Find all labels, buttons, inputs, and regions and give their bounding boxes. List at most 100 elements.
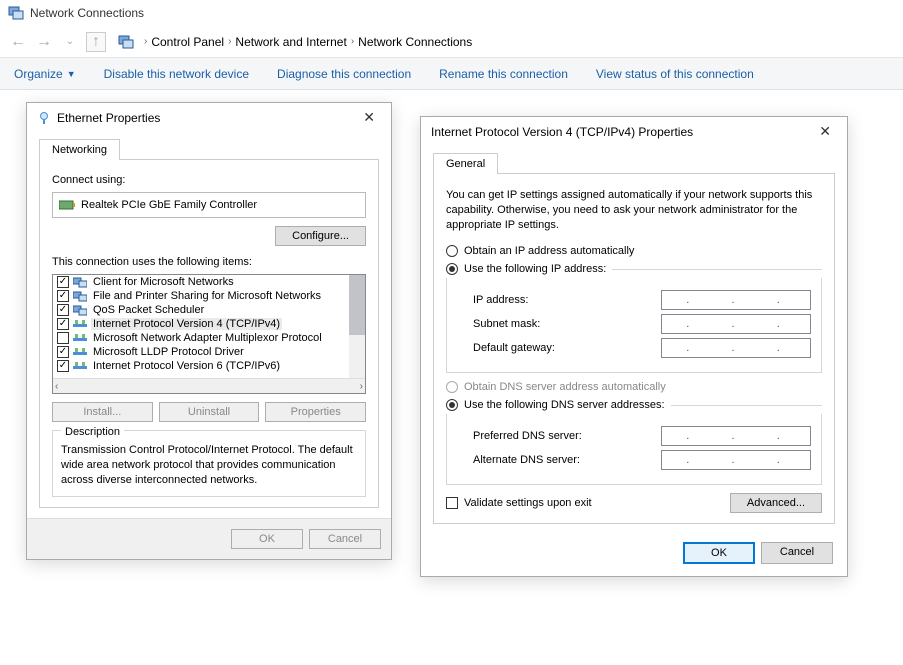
ethernet-icon (37, 111, 51, 125)
list-item-label: Internet Protocol Version 6 (TCP/IPv6) (91, 360, 282, 372)
radio-icon (446, 263, 458, 275)
use-dns-radio[interactable]: Use the following DNS server addresses: (446, 399, 671, 411)
ok-button[interactable]: OK (231, 529, 303, 549)
diagnose-connection-button[interactable]: Diagnose this connection (277, 67, 411, 81)
checkbox-icon (446, 497, 458, 509)
ip-address-input[interactable]: . . . (661, 290, 811, 310)
nav-up-button[interactable]: ↑ (86, 32, 106, 52)
list-item-label: Microsoft LLDP Protocol Driver (91, 346, 246, 358)
adapter-name: Realtek PCIe GbE Family Controller (81, 199, 257, 211)
checkbox-icon[interactable] (57, 360, 69, 372)
breadcrumb-sep-icon: › (351, 36, 354, 47)
breadcrumb-sep-icon: › (144, 36, 147, 47)
nav-back-button[interactable]: ← (8, 32, 28, 52)
disable-device-button[interactable]: Disable this network device (104, 67, 249, 81)
component-icon (73, 332, 87, 344)
organize-label: Organize (14, 67, 63, 81)
component-icon (73, 290, 87, 302)
component-icon (73, 346, 87, 358)
close-button[interactable]: ✕ (813, 123, 837, 140)
obtain-dns-auto-radio: Obtain DNS server address automatically (446, 381, 822, 393)
tab-general[interactable]: General (433, 153, 498, 174)
breadcrumb-network-connections[interactable]: Network Connections (358, 35, 472, 49)
scrollbar-thumb[interactable] (349, 275, 365, 335)
dialog-titlebar[interactable]: Ethernet Properties ✕ (27, 103, 391, 132)
checkbox-icon[interactable] (57, 276, 69, 288)
validate-settings-checkbox[interactable]: Validate settings upon exit (446, 497, 592, 509)
tab-strip: Networking (39, 138, 379, 160)
component-icon (73, 276, 87, 288)
nav-row: ← → ⌄ ↑ › Control Panel › Network and In… (0, 26, 903, 58)
use-ip-radio[interactable]: Use the following IP address: (446, 263, 612, 275)
window-titlebar: Network Connections (0, 0, 903, 26)
radio-label: Obtain an IP address automatically (464, 245, 634, 257)
default-gateway-input[interactable]: . . . (661, 338, 811, 358)
list-item[interactable]: Client for Microsoft Networks (53, 275, 349, 289)
subnet-mask-input[interactable]: . . . (661, 314, 811, 334)
install-button[interactable]: Install... (52, 402, 153, 422)
radio-icon (446, 381, 458, 393)
checkbox-icon[interactable] (57, 304, 69, 316)
checkbox-icon[interactable] (57, 346, 69, 358)
cancel-button[interactable]: Cancel (761, 542, 833, 564)
rename-connection-button[interactable]: Rename this connection (439, 67, 568, 81)
alternate-dns-input[interactable]: . . . (661, 450, 811, 470)
preferred-dns-label: Preferred DNS server: (457, 430, 582, 442)
checkbox-label: Validate settings upon exit (464, 497, 592, 509)
nav-forward-button[interactable]: → (34, 32, 54, 52)
adapter-field[interactable]: Realtek PCIe GbE Family Controller (52, 192, 366, 218)
properties-button[interactable]: Properties (265, 402, 366, 422)
tab-networking[interactable]: Networking (39, 139, 120, 160)
uninstall-button[interactable]: Uninstall (159, 402, 260, 422)
scroll-left-icon[interactable]: ‹ (55, 381, 58, 392)
description-text: Transmission Control Protocol/Internet P… (61, 443, 357, 488)
breadcrumb-control-panel[interactable]: Control Panel (151, 35, 224, 49)
scroll-right-icon[interactable]: › (360, 381, 363, 392)
organize-menu[interactable]: Organize ▼ (14, 67, 76, 81)
ok-button[interactable]: OK (683, 542, 755, 564)
list-item[interactable]: QoS Packet Scheduler (53, 303, 349, 317)
dialog-title: Ethernet Properties (57, 111, 160, 125)
view-status-button[interactable]: View status of this connection (596, 67, 754, 81)
configure-button[interactable]: Configure... (275, 226, 366, 246)
nav-recent-dropdown[interactable]: ⌄ (60, 32, 80, 52)
list-item-label: Client for Microsoft Networks (91, 276, 236, 288)
list-item[interactable]: File and Printer Sharing for Microsoft N… (53, 289, 349, 303)
list-item[interactable]: Internet Protocol Version 4 (TCP/IPv4) (53, 317, 349, 331)
list-item[interactable]: Microsoft LLDP Protocol Driver (53, 345, 349, 359)
items-label: This connection uses the following items… (52, 256, 366, 268)
list-item-label: Microsoft Network Adapter Multiplexor Pr… (91, 332, 324, 344)
preferred-dns-input[interactable]: . . . (661, 426, 811, 446)
description-group: Description Transmission Control Protoco… (52, 430, 366, 497)
obtain-ip-auto-radio[interactable]: Obtain an IP address automatically (446, 245, 822, 257)
tab-strip: General (433, 152, 835, 174)
cancel-button[interactable]: Cancel (309, 529, 381, 549)
list-item[interactable]: Microsoft Network Adapter Multiplexor Pr… (53, 331, 349, 345)
checkbox-icon[interactable] (57, 290, 69, 302)
list-item-label: File and Printer Sharing for Microsoft N… (91, 290, 323, 302)
breadcrumb-sep-icon: › (228, 36, 231, 47)
toolbar: Organize ▼ Disable this network device D… (0, 58, 903, 90)
dialog-title: Internet Protocol Version 4 (TCP/IPv4) P… (431, 125, 693, 139)
radio-label: Use the following IP address: (464, 263, 606, 275)
advanced-button[interactable]: Advanced... (730, 493, 822, 513)
description-title: Description (61, 426, 124, 438)
adapter-icon (59, 199, 75, 211)
chevron-down-icon: ▼ (67, 69, 76, 79)
list-item[interactable]: Internet Protocol Version 6 (TCP/IPv6) (53, 359, 349, 373)
close-button[interactable]: ✕ (357, 109, 381, 126)
component-icon (73, 360, 87, 372)
dialog-titlebar[interactable]: Internet Protocol Version 4 (TCP/IPv4) P… (421, 117, 847, 146)
horizontal-scrollbar[interactable]: ‹ › (53, 378, 365, 393)
ipv4-properties-dialog: Internet Protocol Version 4 (TCP/IPv4) P… (420, 116, 848, 577)
connection-items-list[interactable]: Client for Microsoft Networks File and Pr… (52, 274, 366, 394)
window-title: Network Connections (30, 6, 144, 20)
list-item-label: QoS Packet Scheduler (91, 304, 206, 316)
info-text: You can get IP settings assigned automat… (446, 188, 822, 233)
subnet-mask-label: Subnet mask: (457, 318, 540, 330)
ethernet-properties-dialog: Ethernet Properties ✕ Networking Connect… (26, 102, 392, 560)
checkbox-icon[interactable] (57, 332, 69, 344)
breadcrumb-network-internet[interactable]: Network and Internet (235, 35, 346, 49)
component-icon (73, 304, 87, 316)
checkbox-icon[interactable] (57, 318, 69, 330)
